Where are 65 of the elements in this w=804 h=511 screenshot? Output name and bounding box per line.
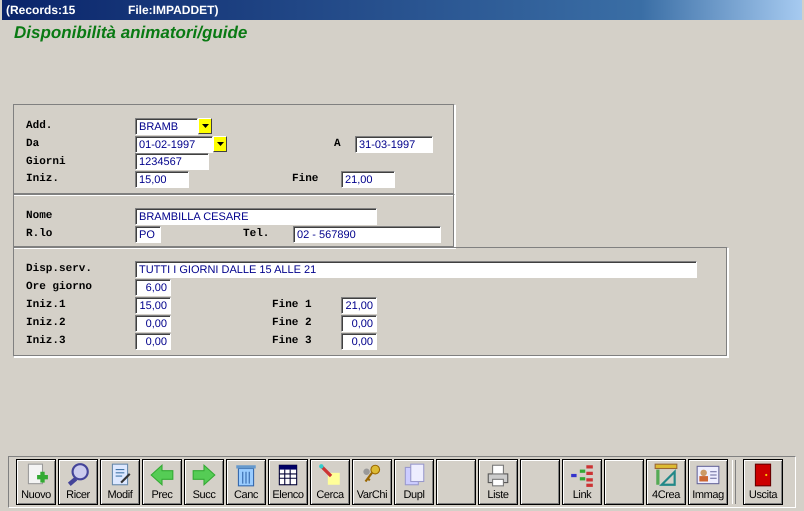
input-field[interactable]: TUTTI I GIORNI DALLE 15 ALLE 21 bbox=[135, 260, 697, 278]
toolbar-button[interactable]: Immag bbox=[688, 459, 728, 505]
field-label: Fine 1 bbox=[272, 299, 313, 311]
toolbar-button[interactable]: Dupl bbox=[394, 459, 434, 505]
input-field[interactable]: 02 - 567890 bbox=[293, 226, 441, 242]
input-field[interactable]: 31-03-1997 bbox=[355, 136, 433, 152]
input-field[interactable]: BRAMB bbox=[135, 118, 198, 134]
field-label: Iniz. bbox=[26, 173, 60, 185]
caret-icon bbox=[216, 142, 224, 146]
field-label: A bbox=[334, 138, 342, 150]
toolbar-button[interactable]: Nuovo bbox=[16, 459, 56, 505]
field-label: Tel. bbox=[243, 228, 270, 240]
toolbar-button[interactable]: Liste bbox=[478, 459, 518, 505]
toolbar-button[interactable]: Canc bbox=[226, 459, 266, 505]
empty-toolbar-button[interactable] bbox=[604, 459, 644, 505]
empty-toolbar-button[interactable] bbox=[520, 459, 560, 505]
field-label: Disp.serv. bbox=[26, 263, 94, 275]
input-field[interactable]: 15,00 bbox=[135, 170, 189, 188]
input-field[interactable]: 6,00 bbox=[135, 278, 171, 296]
toolbar-button[interactable]: Link bbox=[562, 459, 602, 505]
input-field[interactable]: 0,00 bbox=[341, 314, 377, 332]
toolbar-button[interactable]: Succ bbox=[184, 459, 224, 505]
ruler-icon bbox=[653, 462, 679, 488]
highlighter-icon bbox=[317, 462, 343, 488]
magnifier-icon bbox=[65, 462, 91, 488]
empty-toolbar-button[interactable] bbox=[436, 459, 476, 505]
left-arrow-icon bbox=[149, 462, 175, 488]
input-field[interactable]: PO bbox=[135, 226, 161, 242]
toolbar-button[interactable]: Elenco bbox=[268, 459, 308, 505]
toolbar-button[interactable]: Ricer bbox=[58, 459, 98, 505]
input-field[interactable]: 0,00 bbox=[341, 332, 377, 350]
right-arrow-icon bbox=[191, 462, 217, 488]
field-label: Iniz.1 bbox=[26, 299, 67, 311]
form-title: Disponibilità animatori/guide bbox=[14, 23, 248, 44]
toolbar-button[interactable]: Prec bbox=[142, 459, 182, 505]
toolbar-button[interactable]: VarChi bbox=[352, 459, 392, 505]
printer-icon bbox=[485, 462, 511, 488]
field-label: Fine 2 bbox=[272, 317, 313, 329]
toolbar-button[interactable]: Cerca bbox=[310, 459, 350, 505]
input-field[interactable]: 0,00 bbox=[135, 314, 171, 332]
dropdown-button[interactable] bbox=[198, 118, 212, 134]
field-label: Iniz.2 bbox=[26, 317, 67, 329]
input-field[interactable]: 01-02-1997 bbox=[135, 136, 213, 152]
toolbar-button[interactable]: Modif bbox=[100, 459, 140, 505]
input-field[interactable]: 21,00 bbox=[341, 170, 395, 188]
field-label: Da bbox=[26, 138, 40, 150]
input-field[interactable]: 21,00 bbox=[341, 296, 377, 314]
input-field[interactable]: 15,00 bbox=[135, 296, 171, 314]
field-label: Fine 3 bbox=[272, 335, 313, 347]
field-label: R.lo bbox=[26, 228, 54, 240]
input-field[interactable]: BRAMBILLA CESARE bbox=[135, 208, 377, 224]
field-label: Ore giorno bbox=[26, 281, 94, 293]
field-label: Add. bbox=[26, 120, 54, 132]
file-name: File:IMPADDET) bbox=[128, 3, 218, 17]
field-label: Fine bbox=[292, 173, 320, 185]
input-field[interactable]: 0,00 bbox=[135, 332, 171, 350]
toolbar-button[interactable]: 4Crea bbox=[646, 459, 686, 505]
dropdown-button[interactable] bbox=[213, 136, 227, 152]
toolbar-button[interactable]: Uscita bbox=[743, 459, 783, 505]
field-label: Nome bbox=[26, 210, 54, 222]
records-count: (Records:15 bbox=[5, 3, 76, 17]
caret-icon bbox=[202, 124, 208, 128]
field-label: Iniz.3 bbox=[26, 335, 67, 347]
field-label: Giorni bbox=[26, 156, 67, 168]
input-field[interactable]: 1234567 bbox=[135, 153, 209, 170]
